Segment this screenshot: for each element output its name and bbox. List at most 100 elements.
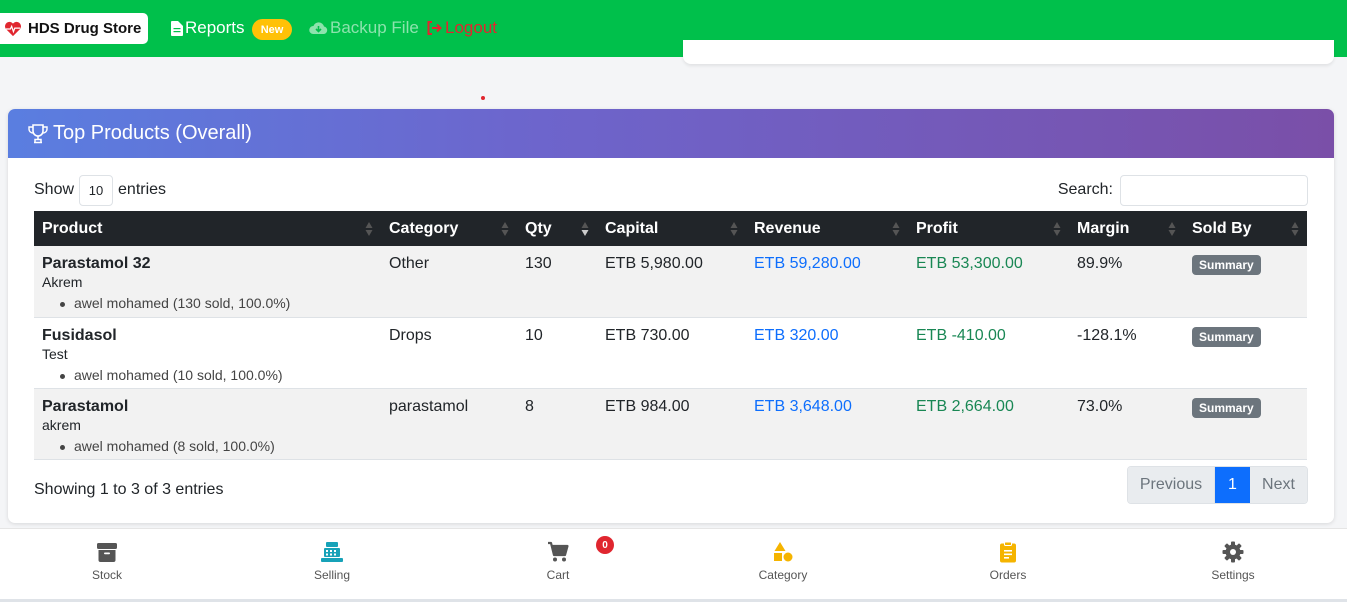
sort-icon — [1053, 222, 1061, 236]
heart-pulse-icon — [5, 21, 21, 36]
sort-icon — [892, 222, 900, 236]
product-supplier: Akrem — [42, 274, 83, 290]
pagination: Previous 1 Next — [1127, 466, 1308, 504]
cell-category: parastamol — [389, 397, 469, 415]
nav-cart-label: Cart — [546, 568, 570, 582]
product-supplier: akrem — [42, 416, 81, 433]
table-header-row: Product Category Qty Capital Revenue Pro… — [34, 211, 1307, 246]
product-name: Parastamol 32 — [42, 255, 151, 272]
summary-button[interactable]: Summary — [1192, 255, 1261, 275]
sort-icon — [730, 222, 738, 236]
col-product[interactable]: Product — [34, 211, 381, 246]
col-sold-by[interactable]: Sold By — [1184, 211, 1307, 246]
sort-desc-icon — [581, 222, 589, 236]
table-info: Showing 1 to 3 of 3 entries — [34, 481, 224, 498]
col-qty[interactable]: Qty — [517, 211, 597, 246]
col-margin[interactable]: Margin — [1069, 211, 1184, 246]
product-name: Fusidasol — [42, 326, 117, 344]
summary-button[interactable]: Summary — [1192, 397, 1261, 418]
cell-sold-by: Summary — [1184, 317, 1307, 388]
cell-qty: 8 — [525, 397, 534, 415]
search-label: Search: — [1057, 181, 1113, 198]
nav-category[interactable]: Category — [723, 541, 843, 582]
cell-capital: ETB 730.00 — [605, 326, 690, 344]
cell-qty: 130 — [525, 255, 552, 272]
cell-profit: ETB 2,664.00 — [916, 397, 1014, 415]
nav-stock[interactable]: Stock — [47, 541, 167, 582]
sort-icon — [1168, 222, 1176, 236]
sort-icon — [365, 222, 373, 236]
table-controls: Show 10 entries Search: — [34, 174, 1308, 206]
cell-margin: 73.0% — [1077, 397, 1123, 415]
col-category[interactable]: Category — [381, 211, 517, 246]
brand-logo[interactable]: HDS Drug Store — [0, 13, 148, 44]
nav-settings[interactable]: Settings — [1173, 541, 1293, 582]
nav-logout-link[interactable]: Logout — [427, 18, 497, 38]
table-row: Parastamol akrem awel mohamed (8 sold, 1… — [34, 388, 1307, 459]
cell-margin: -128.1% — [1077, 326, 1137, 344]
bottom-nav: Stock Selling Cart Category Orders Setti… — [0, 528, 1347, 599]
entries-label: entries — [118, 181, 167, 198]
col-capital[interactable]: Capital — [597, 211, 746, 246]
entries-length: Show 10 entries — [34, 174, 167, 206]
shapes-icon — [774, 542, 793, 562]
indicator-dot — [481, 96, 485, 100]
cell-revenue: ETB 59,280.00 — [754, 255, 861, 272]
nav-backup-label: Backup File — [330, 18, 419, 37]
nav-logout-label: Logout — [445, 18, 497, 37]
entries-select[interactable]: 10 — [79, 174, 114, 206]
cell-revenue: ETB 320.00 — [754, 326, 839, 344]
nav-selling[interactable]: Selling — [272, 541, 392, 582]
cell-profit: ETB 53,300.00 — [916, 255, 1023, 272]
sign-out-icon — [427, 21, 442, 35]
cell-category: Drops — [389, 326, 432, 344]
nav-reports-label: Reports — [185, 18, 245, 37]
cell-category: Other — [389, 255, 430, 272]
top-products-card: Top Products (Overall) Show 10 entries S… — [8, 109, 1334, 523]
file-icon — [171, 20, 183, 36]
search-box: Search: — [1057, 174, 1308, 206]
summary-button[interactable]: Summary — [1192, 326, 1261, 347]
previous-button[interactable]: Previous — [1128, 467, 1215, 503]
brand-name: HDS Drug Store — [28, 20, 142, 37]
cloud-download-icon — [309, 22, 328, 34]
gear-icon — [1222, 541, 1244, 563]
product-name: Parastamol — [42, 397, 129, 415]
sort-icon — [501, 222, 509, 236]
cell-sold-by: Summary — [1184, 388, 1307, 459]
trophy-icon — [28, 123, 48, 143]
previous-card-bottom — [683, 40, 1334, 64]
col-profit[interactable]: Profit — [908, 211, 1069, 246]
cell-sold-by: Summary — [1184, 246, 1307, 317]
page-1-button[interactable]: 1 — [1215, 467, 1250, 503]
cell-product: Fusidasol Test awel mohamed (10 sold, 10… — [34, 317, 381, 388]
products-table: Product Category Qty Capital Revenue Pro… — [34, 211, 1307, 460]
cell-qty: 10 — [525, 326, 543, 344]
col-revenue[interactable]: Revenue — [746, 211, 908, 246]
card-header: Top Products (Overall) — [8, 109, 1334, 158]
archive-box-icon — [97, 543, 117, 562]
nav-reports-link[interactable]: Reports — [171, 18, 245, 38]
next-button[interactable]: Next — [1250, 467, 1307, 503]
cash-register-icon — [321, 542, 343, 562]
cell-margin: 89.9% — [1077, 255, 1123, 272]
nav-backup-link[interactable]: Backup File — [309, 18, 419, 38]
card-title: Top Products (Overall) — [53, 122, 252, 144]
sort-icon — [1291, 222, 1299, 236]
nav-stock-label: Stock — [91, 568, 122, 582]
cell-revenue: ETB 3,648.00 — [754, 397, 852, 415]
table-row: Parastamol 32 Akrem awel mohamed (130 so… — [34, 246, 1307, 317]
cell-capital: ETB 5,980.00 — [605, 255, 703, 272]
cell-product: Parastamol 32 Akrem awel mohamed (130 so… — [34, 246, 381, 317]
seller-breakdown: awel mohamed (8 sold, 100.0%) — [42, 438, 373, 454]
clipboard-list-icon — [1000, 541, 1016, 563]
seller-breakdown: awel mohamed (130 sold, 100.0%) — [42, 295, 373, 311]
seller-breakdown: awel mohamed (10 sold, 100.0%) — [42, 367, 373, 383]
cart-count-badge: 0 — [596, 536, 614, 554]
nav-category-label: Category — [758, 568, 808, 582]
nav-orders[interactable]: Orders — [948, 541, 1068, 582]
nav-settings-label: Settings — [1211, 568, 1255, 582]
product-supplier: Test — [42, 345, 68, 362]
cell-capital: ETB 984.00 — [605, 397, 690, 415]
search-input[interactable] — [1120, 174, 1308, 206]
